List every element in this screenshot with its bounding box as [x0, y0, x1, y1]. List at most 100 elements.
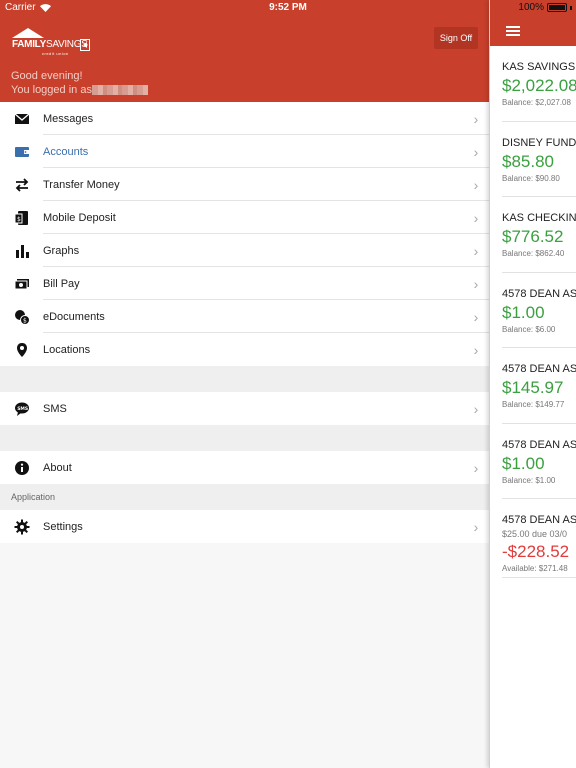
- menu-item-label: eDocuments: [43, 310, 105, 323]
- menu-item-about[interactable]: About ›: [0, 451, 489, 484]
- account-name: 4578 DEAN AS: [502, 438, 576, 451]
- menu-item-graphs[interactable]: Graphs ›: [0, 234, 489, 267]
- menu-item-sms[interactable]: SMS SMS ›: [0, 392, 489, 425]
- menu-item-label: Accounts: [43, 145, 89, 158]
- info-icon: [14, 460, 29, 475]
- logo-wordmark: FAMILYSAVINGS: [12, 39, 88, 50]
- transfer-arrows-icon: [15, 177, 28, 192]
- account-amount: $85.80: [502, 151, 554, 171]
- chevron-right-icon: ›: [473, 518, 479, 535]
- redacted-username: [91, 85, 148, 96]
- logo-subtitle: credit union: [42, 51, 69, 56]
- account-amount: $2,022.08: [502, 76, 576, 95]
- hamburger-menu-icon[interactable]: [506, 26, 520, 36]
- account-balance: Balance: $1.00: [502, 475, 556, 485]
- logo-roof-icon: [12, 28, 44, 38]
- accounts-list: KAS SAVINGS $2,022.08 Balance: $2,027.08…: [490, 46, 576, 578]
- side-menu: FAMILYSAVINGS credit union Sign Off Good…: [0, 0, 489, 768]
- menu-item-mobile-deposit[interactable]: $ Mobile Deposit ›: [0, 201, 489, 234]
- chevron-right-icon: ›: [473, 143, 479, 160]
- account-amount: $776.52: [502, 227, 564, 246]
- menu-item-locations[interactable]: Locations ›: [0, 333, 489, 366]
- svg-text:$: $: [17, 216, 21, 223]
- account-balance: Balance: $149.77: [502, 400, 565, 409]
- chevron-right-icon: ›: [473, 459, 479, 476]
- chevron-right-icon: ›: [473, 400, 479, 417]
- wallet-icon: [14, 146, 29, 157]
- menu-item-edocuments[interactable]: $ eDocuments ›: [0, 300, 489, 333]
- logo-flag-icon: [80, 39, 90, 51]
- account-name: 4578 DEAN AS: [502, 514, 576, 526]
- chevron-right-icon: ›: [473, 176, 479, 193]
- account-balance: Balance: $90.80: [502, 173, 560, 183]
- greeting-block: Good evening! You logged in as: [11, 69, 148, 97]
- menu-list-settings: Settings ›: [0, 510, 489, 543]
- menu-item-label: Graphs: [43, 244, 80, 257]
- logged-in-line: You logged in as: [11, 83, 148, 97]
- menu-item-label: About: [43, 461, 72, 474]
- check-deposit-icon: $: [14, 210, 28, 225]
- account-card[interactable]: KAS CHECKING $776.52 Balance: $862.40: [502, 197, 576, 273]
- account-card[interactable]: 4578 DEAN AS $145.97 Balance: $149.77: [502, 348, 576, 424]
- status-bar: Carrier 9:52 PM 100%: [0, 0, 576, 16]
- account-card[interactable]: 4578 DEAN AS $1.00 Balance: $1.00: [502, 424, 576, 499]
- menu-item-label: Transfer Money: [43, 178, 120, 191]
- menu-list-about: About ›: [0, 451, 489, 484]
- menu-item-label: Mobile Deposit: [43, 211, 116, 224]
- chevron-right-icon: ›: [473, 308, 479, 325]
- menu-item-label: Messages: [43, 112, 94, 125]
- menu-item-settings[interactable]: Settings ›: [0, 510, 489, 543]
- status-time: 9:52 PM: [269, 2, 307, 13]
- battery-icon: [547, 3, 567, 12]
- account-name: 4578 DEAN AS: [502, 363, 576, 375]
- account-name: DISNEY FUND: [502, 136, 576, 149]
- account-amount: $145.97: [502, 378, 564, 397]
- map-pin-icon: [16, 342, 27, 357]
- menu-item-label: SMS: [43, 402, 67, 415]
- menu-item-transfer-money[interactable]: Transfer Money ›: [0, 168, 489, 201]
- account-card[interactable]: 4578 DEAN AS $25.00 due 03/0 -$228.52 Av…: [502, 499, 576, 578]
- battery-block: 100%: [518, 2, 572, 13]
- chevron-right-icon: ›: [473, 275, 479, 292]
- documents-icon: $: [14, 309, 30, 325]
- menu-item-bill-pay[interactable]: Bill Pay ›: [0, 267, 489, 300]
- svg-text:SMS: SMS: [17, 405, 28, 411]
- battery-percent: 100%: [518, 2, 544, 13]
- sms-bubble-icon: SMS: [14, 402, 29, 416]
- chevron-right-icon: ›: [473, 242, 479, 259]
- account-card[interactable]: DISNEY FUND $85.80 Balance: $90.80: [502, 122, 576, 197]
- chevron-right-icon: ›: [473, 110, 479, 127]
- cash-icon: [14, 278, 29, 289]
- account-card[interactable]: 4578 DEAN AS $1.00 Balance: $6.00: [502, 273, 576, 348]
- chevron-right-icon: ›: [473, 341, 479, 358]
- envelope-icon: [14, 113, 29, 124]
- account-name: KAS SAVINGS: [502, 61, 576, 73]
- account-amount: $1.00: [502, 453, 545, 473]
- account-amount: -$228.52: [502, 542, 570, 561]
- accounts-panel: KAS SAVINGS $2,022.08 Balance: $2,027.08…: [489, 0, 576, 768]
- logo-family-text: FAMILY: [12, 39, 46, 50]
- section-gap: [0, 366, 489, 392]
- bar-chart-icon: [15, 244, 29, 258]
- menu-item-label: Settings: [43, 520, 83, 533]
- greeting-text: Good evening!: [11, 70, 83, 82]
- account-name: KAS CHECKING: [502, 212, 576, 224]
- account-card[interactable]: KAS SAVINGS $2,022.08 Balance: $2,027.08: [502, 46, 576, 122]
- account-due: $25.00 due 03/0: [502, 529, 568, 539]
- account-amount: $1.00: [502, 302, 545, 322]
- menu-item-accounts[interactable]: Accounts ›: [0, 135, 489, 168]
- section-label-application: Application: [0, 484, 489, 510]
- logged-in-prefix: You logged in as: [11, 84, 92, 96]
- menu-list: Messages › Accounts › Transfer Money › $…: [0, 102, 489, 366]
- account-name: 4578 DEAN AS: [502, 287, 576, 300]
- account-balance: Balance: $2,027.08: [502, 98, 571, 107]
- svg-text:$: $: [23, 317, 27, 324]
- family-savings-logo: FAMILYSAVINGS credit union: [12, 28, 92, 56]
- menu-list-sms: SMS SMS ›: [0, 392, 489, 425]
- gear-icon: [14, 519, 29, 534]
- menu-item-messages[interactable]: Messages ›: [0, 102, 489, 135]
- app-screen: FAMILYSAVINGS credit union Sign Off Good…: [0, 0, 576, 768]
- account-balance: Balance: $862.40: [502, 249, 565, 258]
- menu-item-label: Bill Pay: [43, 277, 80, 290]
- sign-off-button[interactable]: Sign Off: [434, 27, 478, 49]
